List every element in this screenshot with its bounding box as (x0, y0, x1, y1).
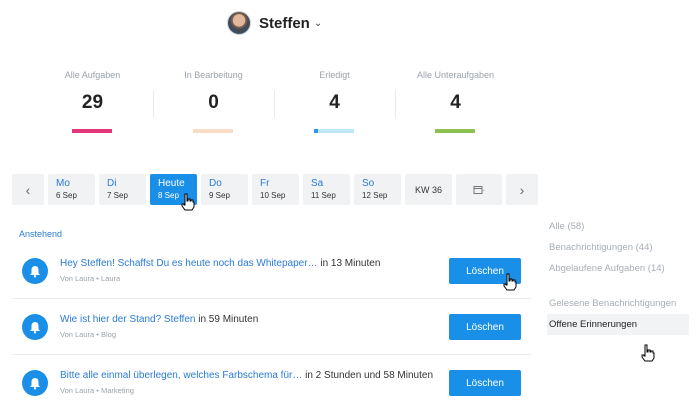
day-tuesday[interactable]: Di 7 Sep (99, 174, 146, 205)
stat-label: In Bearbeitung (184, 70, 243, 80)
list-item: Wie ist hier der Stand? Steffen in 59 Mi… (12, 299, 531, 355)
user-name: Steffen (259, 14, 310, 32)
stats-overview: Alle Aufgaben 29 In Bearbeitung 0 Erledi… (32, 64, 516, 140)
day-date: 7 Sep (107, 191, 128, 200)
stat-bar (314, 129, 354, 133)
bell-icon (22, 370, 48, 396)
user-menu[interactable]: Steffen ⌄ (227, 10, 322, 36)
list-item: Bitte alle einmal überlegen, welches Far… (12, 355, 531, 411)
filter-notifications[interactable]: Benachrichtigungen (44) (549, 237, 689, 258)
stat-value: 4 (450, 92, 461, 113)
day-name: Fr (260, 178, 270, 189)
avatar (227, 11, 251, 35)
day-saturday[interactable]: Sa 11 Sep (303, 174, 350, 205)
day-navigation: ‹ Mo 6 Sep Di 7 Sep Heute 8 Sep Do 9 Sep… (12, 174, 538, 205)
item-time: in 2 Stunden und 58 Minuten (305, 370, 434, 381)
day-date: 6 Sep (56, 191, 77, 200)
delete-button[interactable]: Löschen (449, 258, 521, 284)
filter-open-reminders[interactable]: Offene Erinnerungen (547, 314, 689, 335)
item-title: Bitte alle einmal überlegen, welches Far… (60, 370, 433, 381)
day-name: Heute (158, 178, 185, 189)
calendar-icon (473, 185, 485, 194)
day-name: Sa (311, 178, 324, 189)
filter-sidebar: Alle (58) Benachrichtigungen (44) Abgela… (547, 216, 689, 335)
item-time: in 13 Minuten (320, 258, 381, 269)
chevron-right-icon: › (519, 181, 525, 198)
list-item: Hey Steffen! Schaffst Du es heute noch d… (12, 243, 531, 299)
stat-all-subtasks[interactable]: Alle Unteraufgaben 4 (395, 64, 516, 140)
item-meta: Von Laura • Laura (60, 274, 121, 283)
chevron-down-icon: ⌄ (313, 17, 323, 29)
item-title: Wie ist hier der Stand? Steffen in 59 Mi… (60, 314, 258, 325)
item-link[interactable]: Bitte alle einmal überlegen, welches Far… (60, 370, 302, 381)
day-date: 12 Sep (362, 191, 388, 200)
bell-icon (22, 314, 48, 340)
section-title: Anstehend (19, 229, 63, 239)
day-date: 11 Sep (311, 191, 336, 200)
stat-value: 4 (329, 92, 340, 113)
stat-bar (435, 129, 475, 133)
item-link[interactable]: Hey Steffen! Schaffst Du es heute noch d… (60, 258, 318, 269)
day-date: 10 Sep (260, 191, 286, 200)
next-week-button[interactable]: › (506, 174, 538, 205)
day-name: Di (107, 178, 117, 189)
day-monday[interactable]: Mo 6 Sep (48, 174, 95, 205)
item-meta: Von Laura • Marketing (60, 386, 134, 395)
day-name: Mo (56, 178, 70, 189)
day-thursday[interactable]: Do 9 Sep (201, 174, 248, 205)
prev-week-button[interactable]: ‹ (12, 174, 44, 205)
stat-bar (72, 129, 112, 133)
stat-label: Alle Aufgaben (64, 70, 121, 80)
stat-bar-fill (314, 129, 354, 133)
stat-bar-fill (72, 129, 112, 133)
week-number-button[interactable]: KW 36 (405, 174, 452, 205)
filter-all[interactable]: Alle (58) (549, 216, 689, 237)
stat-bar-fill (193, 129, 233, 133)
day-friday[interactable]: Fr 10 Sep (252, 174, 299, 205)
day-date: 8 Sep (158, 191, 179, 200)
item-time: in 59 Minuten (198, 314, 259, 325)
stat-bar-fill (435, 129, 475, 133)
day-name: So (362, 178, 375, 189)
filter-expired-tasks[interactable]: Abgelaufene Aufgaben (14) (549, 258, 689, 279)
stat-all-tasks[interactable]: Alle Aufgaben 29 (32, 64, 153, 140)
delete-button[interactable]: Löschen (449, 370, 521, 396)
stat-label: Alle Unteraufgaben (416, 70, 495, 80)
hand-cursor-icon (641, 344, 655, 362)
stat-value: 29 (81, 92, 104, 113)
stat-label: Erledigt (319, 70, 350, 80)
stat-done[interactable]: Erledigt 4 (274, 64, 395, 140)
day-name: Do (209, 178, 222, 189)
calendar-picker-button[interactable] (456, 174, 502, 205)
stat-value: 0 (208, 92, 219, 113)
item-title: Hey Steffen! Schaffst Du es heute noch d… (60, 258, 380, 269)
item-meta: Von Laura • Blog (60, 330, 117, 339)
bell-icon (22, 258, 48, 284)
item-link[interactable]: Wie ist hier der Stand? Steffen (60, 314, 195, 325)
day-today[interactable]: Heute 8 Sep (150, 174, 197, 205)
day-sunday[interactable]: So 12 Sep (354, 174, 401, 205)
filter-read-notifications[interactable]: Gelesene Benachrichtigungen (549, 293, 689, 314)
stat-bar (193, 129, 233, 133)
chevron-left-icon: ‹ (25, 181, 31, 198)
day-date: 9 Sep (209, 191, 230, 200)
delete-button[interactable]: Löschen (449, 314, 521, 340)
stat-in-progress[interactable]: In Bearbeitung 0 (153, 64, 274, 140)
